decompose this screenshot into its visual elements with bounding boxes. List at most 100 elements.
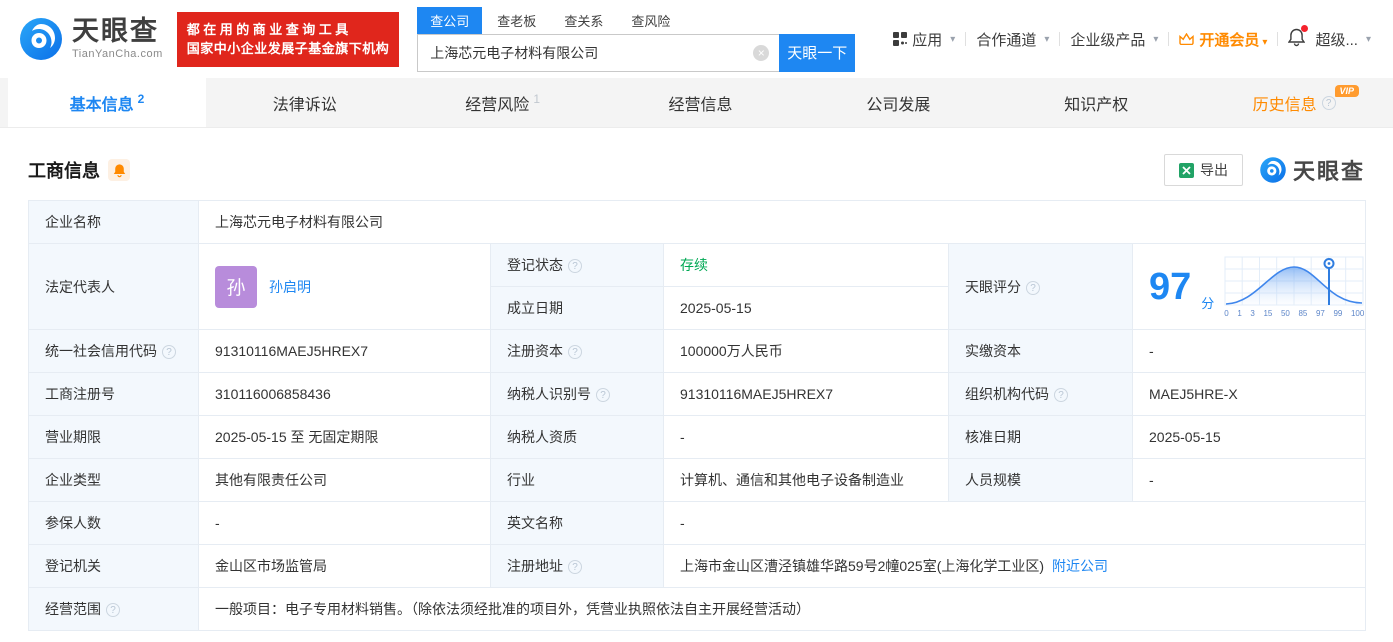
tick-label: 3	[1250, 308, 1255, 318]
help-icon[interactable]	[568, 560, 582, 574]
reg-status-label: 登记状态	[490, 243, 664, 287]
help-icon[interactable]	[1321, 95, 1336, 110]
credit-code-value: 91310116MAEJ5HREX7	[198, 329, 491, 373]
search-tab-risk[interactable]: 查风险	[618, 7, 683, 34]
help-icon[interactable]	[106, 603, 120, 617]
english-name-value: -	[662, 501, 1367, 545]
bell-curve-chart	[1224, 256, 1364, 305]
notification-dot	[1301, 24, 1309, 32]
industry-value: 计算机、通信和其他电子设备制造业	[663, 458, 949, 502]
company-type-label: 企业类型	[28, 458, 199, 502]
insured-count-label: 参保人数	[28, 501, 199, 545]
tab-intellectual-property[interactable]: 知识产权	[997, 78, 1195, 127]
table-row: 统一社会信用代码 91310116MAEJ5HREX7 注册资本 100000万…	[28, 329, 1367, 373]
search-area: 查公司 查老板 查关系 查风险 × 天眼一下	[417, 6, 856, 72]
nav-enterprise-products[interactable]: 企业级产品	[1070, 29, 1158, 50]
slogan-line2: 国家中小企业发展子基金旗下机构	[186, 41, 390, 56]
help-icon[interactable]	[568, 345, 582, 359]
tab-history-label: 历史信息	[1252, 96, 1317, 114]
table-row: 登记机关 金山区市场监管局 注册地址 上海市金山区漕泾镇雄华路59号2幢025室…	[28, 544, 1367, 588]
nav-partner-channel[interactable]: 合作通道	[976, 29, 1049, 50]
tab-basic-info[interactable]: 基本信息 2	[8, 78, 206, 127]
score-distribution-chart[interactable]: 0 1 3 15 50 85 97 99 100	[1224, 256, 1364, 318]
clear-search-icon[interactable]: ×	[753, 44, 770, 61]
reg-number-value: 310116006858436	[198, 372, 491, 416]
nav-vip-label: 开通会员	[1199, 29, 1267, 50]
business-info-table: 企业名称 上海芯元电子材料有限公司 法定代表人 孙 孙启明 登记状态 存续 天眼…	[28, 200, 1367, 631]
business-scope-value: 一般项目：电子专用材料销售。（除依法须经批准的项目外，凭营业执照依法自主开展经营…	[197, 587, 1367, 631]
reg-address-value: 上海市金山区漕泾镇雄华路59号2幢025室(上海化学工业区) 附近公司	[662, 544, 1367, 588]
tab-legal-litigation[interactable]: 法律诉讼	[206, 78, 404, 127]
tab-history-info[interactable]: 历史信息 VIP	[1195, 78, 1393, 127]
avatar[interactable]: 孙	[215, 265, 257, 308]
tick-label: 100	[1350, 308, 1365, 318]
nav-apps-label: 应用	[912, 31, 943, 49]
tab-basic-info-label: 基本信息	[69, 96, 134, 114]
approval-date-label: 核准日期	[948, 415, 1133, 459]
reg-capital-label: 注册资本	[490, 329, 664, 373]
tick-label: 50	[1280, 308, 1290, 318]
tab-company-development[interactable]: 公司发展	[799, 78, 997, 127]
table-row: 参保人数 - 英文名称 -	[28, 501, 1367, 545]
nav-apps[interactable]: 应用	[893, 29, 955, 50]
establish-date-value: 2025-05-15	[663, 286, 949, 330]
vip-badge: VIP	[1334, 85, 1360, 97]
nearby-companies-link[interactable]: 附近公司	[1052, 558, 1108, 574]
company-type-value: 其他有限责任公司	[198, 458, 491, 502]
help-icon[interactable]	[1026, 280, 1040, 295]
help-icon[interactable]	[568, 259, 582, 273]
nav-enterprise-label: 企业级产品	[1070, 31, 1146, 49]
nav-super-vip[interactable]: 超级...	[1315, 29, 1371, 50]
legal-rep-link[interactable]: 孙启明	[269, 277, 311, 297]
export-button[interactable]: 导出	[1163, 154, 1243, 186]
help-icon[interactable]	[1054, 388, 1068, 402]
tab-risk-count: 1	[533, 91, 540, 106]
reg-address-label: 注册地址	[490, 544, 664, 588]
help-icon[interactable]	[596, 388, 610, 402]
tianyancha-logo[interactable]: 天眼查 TianYanCha.com	[18, 16, 163, 62]
notification-bell-icon[interactable]	[1288, 24, 1309, 51]
monitor-bell-icon[interactable]	[108, 159, 130, 181]
search-input[interactable]	[417, 33, 780, 72]
site-header: 天眼查 TianYanCha.com 都在用的商业查询工具 国家中小企业发展子基…	[0, 0, 1393, 78]
legal-rep-label: 法定代表人	[28, 243, 199, 330]
crown-icon	[1179, 33, 1195, 45]
paid-capital-value: -	[1131, 329, 1367, 373]
tab-operating-risk[interactable]: 经营风险 1	[404, 78, 602, 127]
brand-name: 天眼查	[72, 16, 159, 46]
company-name-label: 企业名称	[28, 200, 199, 244]
nav-open-vip[interactable]: 开通会员	[1179, 29, 1267, 50]
search-tab-relation[interactable]: 查关系	[551, 7, 616, 34]
company-name-value: 上海芯元电子材料有限公司	[197, 200, 1367, 244]
org-code-label: 组织机构代码	[948, 372, 1133, 416]
reg-capital-value: 100000万人民币	[663, 329, 949, 373]
slogan-line1: 都在用的商业查询工具	[186, 21, 352, 37]
search-button[interactable]: 天眼一下	[779, 33, 856, 72]
section-title: 工商信息	[28, 161, 100, 181]
reg-number-label: 工商注册号	[28, 372, 199, 416]
help-icon[interactable]	[162, 345, 176, 359]
insured-count-value: -	[198, 501, 491, 545]
tick-label: 85	[1298, 308, 1308, 318]
taxpayer-id-label: 纳税人识别号	[490, 372, 664, 416]
nav-super-label: 超级...	[1315, 31, 1358, 49]
paid-capital-label: 实缴资本	[948, 329, 1133, 373]
tab-risk-label: 经营风险	[465, 96, 530, 114]
nav-partner-label: 合作通道	[976, 31, 1037, 49]
search-tab-company[interactable]: 查公司	[417, 6, 483, 34]
org-code-value: MAEJ5HRE-X	[1131, 372, 1367, 416]
search-tab-boss[interactable]: 查老板	[484, 7, 549, 34]
watermark-logo: 天眼查	[1259, 154, 1365, 186]
registry-authority-label: 登记机关	[28, 544, 199, 588]
table-row: 企业类型 其他有限责任公司 行业 计算机、通信和其他电子设备制造业 人员规模 -	[28, 458, 1367, 502]
divider	[1059, 32, 1061, 46]
industry-label: 行业	[490, 458, 664, 502]
registry-authority-value: 金山区市场监管局	[198, 544, 491, 588]
slogan-banner: 都在用的商业查询工具 国家中小企业发展子基金旗下机构	[176, 11, 400, 67]
tick-label: 15	[1263, 308, 1273, 318]
tab-operation-label: 经营信息	[668, 96, 733, 114]
reg-status-value: 存续	[663, 243, 949, 287]
tab-operating-info[interactable]: 经营信息	[602, 78, 800, 127]
top-nav: 应用 合作通道 企业级产品 开通会员 超级...	[893, 24, 1371, 51]
business-term-value: 2025-05-15 至 无固定期限	[198, 415, 491, 459]
